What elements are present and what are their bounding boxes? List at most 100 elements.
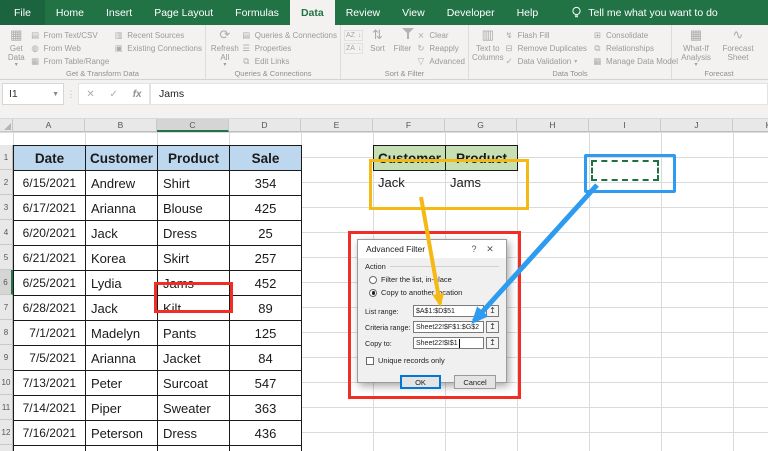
table-cell[interactable]: Jack bbox=[86, 296, 158, 321]
column-header-F[interactable]: F bbox=[373, 119, 445, 132]
advanced-filter-button[interactable]: ▽ Advanced bbox=[415, 55, 465, 67]
row-header-6[interactable]: 6 bbox=[0, 270, 13, 295]
recent-sources-button[interactable]: ▥ Recent Sources bbox=[113, 29, 202, 41]
forecast-sheet-button[interactable]: ∿ Forecast Sheet bbox=[717, 27, 759, 62]
get-data-button[interactable]: ▦ Get Data ▾ bbox=[3, 27, 30, 69]
text-to-columns-button[interactable]: ▥ Text to Columns bbox=[472, 27, 504, 62]
table-cell[interactable]: Arianna bbox=[86, 346, 158, 371]
row-header-5[interactable]: 5 bbox=[0, 245, 13, 270]
sort-button[interactable]: ⇅ Sort bbox=[365, 27, 389, 53]
table-cell[interactable]: Peterson bbox=[86, 421, 158, 446]
row-header-10[interactable]: 10 bbox=[0, 370, 13, 395]
column-header-A[interactable]: A bbox=[13, 119, 85, 132]
table-cell[interactable]: Dress bbox=[158, 421, 230, 446]
row-header-8[interactable]: 8 bbox=[0, 320, 13, 345]
table-header-cell[interactable]: Customer bbox=[86, 146, 158, 171]
row-header-3[interactable]: 3 bbox=[0, 195, 13, 220]
table-cell[interactable]: 6/20/2021 bbox=[14, 221, 86, 246]
row-header-4[interactable]: 4 bbox=[0, 220, 13, 245]
cells-area[interactable]: 12345678910111213 DateCustomerProductSal… bbox=[0, 132, 768, 451]
existing-connections-button[interactable]: ▣ Existing Connections bbox=[113, 42, 202, 54]
flash-fill-button[interactable]: ↯ Flash Fill bbox=[504, 29, 587, 41]
table-cell[interactable]: Lydia bbox=[86, 271, 158, 296]
table-header-cell[interactable]: Product bbox=[158, 146, 230, 171]
properties-button[interactable]: ☰ Properties bbox=[241, 42, 337, 54]
column-header-K[interactable]: K bbox=[733, 119, 768, 132]
formula-input[interactable]: Jams bbox=[150, 83, 768, 105]
from-table-range-button[interactable]: ▦ From Table/Range bbox=[30, 55, 109, 67]
row-header-9[interactable]: 9 bbox=[0, 345, 13, 370]
insert-function-icon[interactable]: fx bbox=[133, 89, 142, 100]
table-cell[interactable]: 436 bbox=[230, 421, 302, 446]
table-cell[interactable]: Sweater bbox=[158, 396, 230, 421]
table-cell[interactable]: 90 bbox=[230, 446, 302, 451]
table-cell[interactable]: Peter bbox=[86, 371, 158, 396]
column-header-H[interactable]: H bbox=[517, 119, 589, 132]
table-cell[interactable]: Korea bbox=[86, 246, 158, 271]
table-header-cell[interactable]: Date bbox=[14, 146, 86, 171]
what-if-analysis-button[interactable]: ▦ What-If Analysis ▾ bbox=[675, 27, 717, 69]
column-header-E[interactable]: E bbox=[301, 119, 373, 132]
row-header-7[interactable]: 7 bbox=[0, 295, 13, 320]
select-all-corner[interactable] bbox=[0, 119, 13, 132]
tab-developer[interactable]: Developer bbox=[436, 0, 506, 25]
table-cell[interactable]: 7/1/2021 bbox=[14, 321, 86, 346]
table-cell[interactable]: 25 bbox=[230, 221, 302, 246]
tab-help[interactable]: Help bbox=[506, 0, 550, 25]
row-header-2[interactable]: 2 bbox=[0, 170, 13, 195]
column-header-G[interactable]: G bbox=[445, 119, 517, 132]
enter-entry-icon[interactable]: ✓ bbox=[110, 89, 118, 100]
cancel-entry-icon[interactable]: ✕ bbox=[86, 89, 94, 100]
table-cell[interactable]: 354 bbox=[230, 171, 302, 196]
refresh-all-button[interactable]: ⟳ Refresh All ▾ bbox=[209, 27, 241, 69]
table-cell[interactable]: 425 bbox=[230, 196, 302, 221]
from-text-csv-button[interactable]: ▤ From Text/CSV bbox=[30, 29, 110, 41]
table-cell[interactable]: Andrew bbox=[86, 171, 158, 196]
column-header-C[interactable]: C bbox=[157, 119, 229, 132]
row-header-11[interactable]: 11 bbox=[0, 395, 13, 420]
table-cell[interactable]: 6/25/2021 bbox=[14, 271, 86, 296]
table-cell[interactable]: 363 bbox=[230, 396, 302, 421]
column-header-B[interactable]: B bbox=[85, 119, 157, 132]
table-cell[interactable]: 7/5/2021 bbox=[14, 346, 86, 371]
row-header-1[interactable]: 1 bbox=[0, 145, 13, 170]
sort-descending-button[interactable]: ZA ↓ bbox=[344, 43, 364, 54]
table-cell[interactable]: 257 bbox=[230, 246, 302, 271]
name-box[interactable]: I1 ▼ bbox=[2, 83, 64, 105]
column-header-J[interactable]: J bbox=[661, 119, 733, 132]
table-cell[interactable]: Jacket bbox=[158, 346, 230, 371]
table-cell[interactable]: 6/15/2021 bbox=[14, 171, 86, 196]
table-cell[interactable]: Jack bbox=[86, 221, 158, 246]
filter-button[interactable]: Filter bbox=[390, 27, 416, 53]
table-cell[interactable]: Shirt bbox=[158, 171, 230, 196]
table-cell[interactable]: Skirt bbox=[158, 246, 230, 271]
manage-data-model-button[interactable]: ▦ Manage Data Model bbox=[592, 55, 678, 67]
row-header-13[interactable]: 13 bbox=[0, 445, 13, 451]
remove-duplicates-button[interactable]: ⊟ Remove Duplicates bbox=[504, 42, 587, 54]
table-cell[interactable]: Jack bbox=[86, 446, 158, 451]
table-cell[interactable]: Dress bbox=[158, 221, 230, 246]
tab-page-layout[interactable]: Page Layout bbox=[143, 0, 224, 25]
column-header-D[interactable]: D bbox=[229, 119, 301, 132]
tab-view[interactable]: View bbox=[391, 0, 436, 25]
table-header-cell[interactable]: Sale bbox=[230, 146, 302, 171]
queries-connections-button[interactable]: ▤ Queries & Connections bbox=[241, 29, 337, 41]
table-cell[interactable]: Arianna bbox=[86, 196, 158, 221]
tab-formulas[interactable]: Formulas bbox=[224, 0, 290, 25]
column-header-I[interactable]: I bbox=[589, 119, 661, 132]
table-cell[interactable]: 7/16/2021 bbox=[14, 421, 86, 446]
tab-file[interactable]: File bbox=[0, 0, 45, 25]
clear-filter-button[interactable]: ⨯ Clear bbox=[415, 29, 465, 41]
table-cell[interactable]: Piper bbox=[86, 396, 158, 421]
consolidate-button[interactable]: ⊞ Consolidate bbox=[592, 29, 678, 41]
tab-insert[interactable]: Insert bbox=[95, 0, 143, 25]
table-cell[interactable]: 7/13/2021 bbox=[14, 371, 86, 396]
table-cell[interactable]: 6/28/2021 bbox=[14, 296, 86, 321]
name-box-dropdown-icon[interactable]: ▼ bbox=[52, 91, 59, 98]
table-cell[interactable]: 452 bbox=[230, 271, 302, 296]
row-header-12[interactable]: 12 bbox=[0, 420, 13, 445]
tab-home[interactable]: Home bbox=[45, 0, 95, 25]
table-cell[interactable]: 7/18/2021 bbox=[14, 446, 86, 451]
table-cell[interactable]: 7/14/2021 bbox=[14, 396, 86, 421]
edit-links-button[interactable]: ⧉ Edit Links bbox=[241, 55, 337, 67]
